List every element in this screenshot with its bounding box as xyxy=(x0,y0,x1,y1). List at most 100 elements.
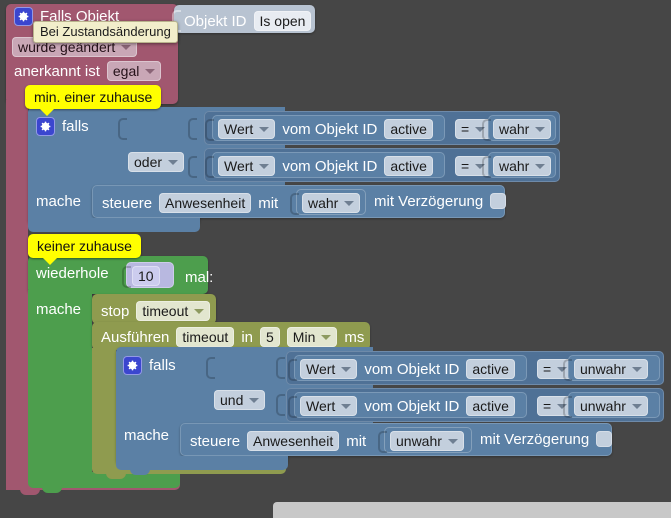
do-label-1: mache xyxy=(36,193,82,210)
if-2-operator-row: und xyxy=(214,390,266,410)
if-1-inner-socket xyxy=(188,118,197,140)
gear-icon[interactable] xyxy=(36,117,55,136)
condition-1-content: Wert vom Objekt ID active xyxy=(218,119,433,139)
action-1-delay-row: mit Verzögerung xyxy=(374,193,507,209)
trigger-block-left-column xyxy=(6,100,28,490)
wert-value: Wert xyxy=(224,121,254,137)
stop-row: stop timeout xyxy=(101,301,211,321)
chevron-down-icon xyxy=(631,366,642,372)
wert-value: Wert xyxy=(224,158,254,174)
action-value-dropdown[interactable]: wahr xyxy=(302,193,361,213)
condition-4-compare-socket xyxy=(563,396,572,418)
action-value-dropdown[interactable]: unwahr xyxy=(390,431,464,451)
action-2-value-row: unwahr xyxy=(390,431,464,451)
exec-timer-name[interactable]: timeout xyxy=(176,327,235,347)
repeat-count-value[interactable]: 10 xyxy=(132,266,160,286)
chevron-down-icon xyxy=(145,68,156,74)
wert-dropdown[interactable]: Wert xyxy=(300,359,358,379)
exec-unit-value: Min xyxy=(292,329,316,345)
chevron-down-icon xyxy=(249,397,260,403)
exec-in-label: in xyxy=(241,328,253,346)
action-with-label: mit xyxy=(346,432,367,450)
action-1-content: steuere Anwesenheit mit xyxy=(102,193,278,213)
chevron-down-icon xyxy=(341,403,352,409)
condition-text: vom Objekt ID xyxy=(364,397,460,415)
compare-to-value: wahr xyxy=(499,158,530,174)
gear-icon[interactable] xyxy=(14,7,33,26)
do-label-3: mache xyxy=(124,427,170,444)
action-with-label: mit xyxy=(258,194,279,212)
condition-object-id[interactable]: active xyxy=(384,156,433,176)
operator-value: oder xyxy=(134,154,163,170)
condition-3-compare-row: unwahr xyxy=(574,359,648,379)
action-verb: steuere xyxy=(102,194,153,212)
chevron-down-icon xyxy=(321,334,332,340)
wert-dropdown[interactable]: Wert xyxy=(218,119,276,139)
comment-keiner-zuhause[interactable]: keiner zuhause xyxy=(28,234,141,265)
gear-icon[interactable] xyxy=(123,356,142,375)
exec-row: Ausführen timeout in 5 Min ms xyxy=(101,327,364,347)
wert-dropdown[interactable]: Wert xyxy=(218,156,276,176)
action-2-delay-row: mit Verzögerung xyxy=(480,431,613,447)
condition-2-compare-socket xyxy=(482,156,491,178)
compare-to-value: unwahr xyxy=(580,361,626,377)
repeat-suffix: mal: xyxy=(185,269,214,286)
condition-1-compare-socket xyxy=(482,119,491,141)
object-id-label: Objekt ID xyxy=(184,12,247,30)
chevron-down-icon xyxy=(259,126,270,132)
exec-unit-dropdown[interactable]: Min xyxy=(286,327,338,347)
do-label-2: mache xyxy=(36,301,82,318)
stop-timer-value: timeout xyxy=(142,303,189,319)
bottom-toolbar[interactable] xyxy=(273,502,671,518)
exec-unit-suffix: ms xyxy=(344,328,365,346)
action-value: wahr xyxy=(308,195,339,211)
action-1-value-row: wahr xyxy=(302,193,361,213)
blockly-workspace[interactable]: Falls Objekt wurde geändert anerkannt is… xyxy=(0,0,671,518)
condition-object-id[interactable]: active xyxy=(384,119,433,139)
delay-checkbox[interactable] xyxy=(596,431,613,447)
object-id-value[interactable]: Is open xyxy=(253,11,312,31)
compare-to-dropdown[interactable]: unwahr xyxy=(574,396,648,416)
ack-label: anerkannt ist xyxy=(14,62,100,80)
if-1-value-socket xyxy=(118,118,127,140)
trigger-block-notch xyxy=(20,489,40,495)
condition-object-id[interactable]: active xyxy=(466,396,515,416)
compare-to-dropdown[interactable]: unwahr xyxy=(574,359,648,379)
action-target[interactable]: Anwesenheit xyxy=(159,193,252,213)
action-target[interactable]: Anwesenheit xyxy=(247,431,340,451)
operator-dropdown[interactable]: und xyxy=(214,390,266,410)
action-value: unwahr xyxy=(396,433,442,449)
comparator-value: = xyxy=(461,121,470,137)
exec-amount[interactable]: 5 xyxy=(260,327,280,347)
condition-text: vom Objekt ID xyxy=(364,360,460,378)
action-2-value-socket xyxy=(378,431,387,453)
delay-checkbox[interactable] xyxy=(490,193,507,209)
if-2-value-socket xyxy=(206,357,215,379)
trigger-ack-row: anerkannt ist egal xyxy=(14,61,162,81)
ack-dropdown[interactable]: egal xyxy=(106,61,162,81)
repeat-block-bottom xyxy=(28,472,180,488)
chevron-down-icon xyxy=(631,403,642,409)
chevron-down-icon xyxy=(168,159,179,165)
condition-3-content: Wert vom Objekt ID active xyxy=(300,359,515,379)
condition-text: vom Objekt ID xyxy=(282,157,378,175)
operator-dropdown[interactable]: oder xyxy=(128,152,185,172)
condition-2-compare-row: wahr xyxy=(493,156,552,176)
compare-to-dropdown[interactable]: wahr xyxy=(493,119,552,139)
condition-2-socket xyxy=(205,156,214,178)
object-id-row: Objekt ID Is open xyxy=(184,11,312,31)
exec-label: Ausführen xyxy=(101,328,170,346)
repeat-count-socket xyxy=(122,266,131,288)
ack-value: egal xyxy=(112,63,140,79)
stop-timer-dropdown[interactable]: timeout xyxy=(136,301,211,321)
condition-object-id[interactable]: active xyxy=(466,359,515,379)
action-1-value-socket xyxy=(290,193,299,215)
chevron-down-icon xyxy=(344,200,355,206)
action-2-content: steuere Anwesenheit mit xyxy=(190,431,366,451)
comment-min-einer-zuhause[interactable]: min. einer zuhause xyxy=(25,85,162,116)
if-2-operator-socket xyxy=(276,394,285,416)
operator-value: und xyxy=(220,392,244,408)
compare-to-dropdown[interactable]: wahr xyxy=(493,156,552,176)
chevron-down-icon xyxy=(341,366,352,372)
wert-dropdown[interactable]: Wert xyxy=(300,396,358,416)
